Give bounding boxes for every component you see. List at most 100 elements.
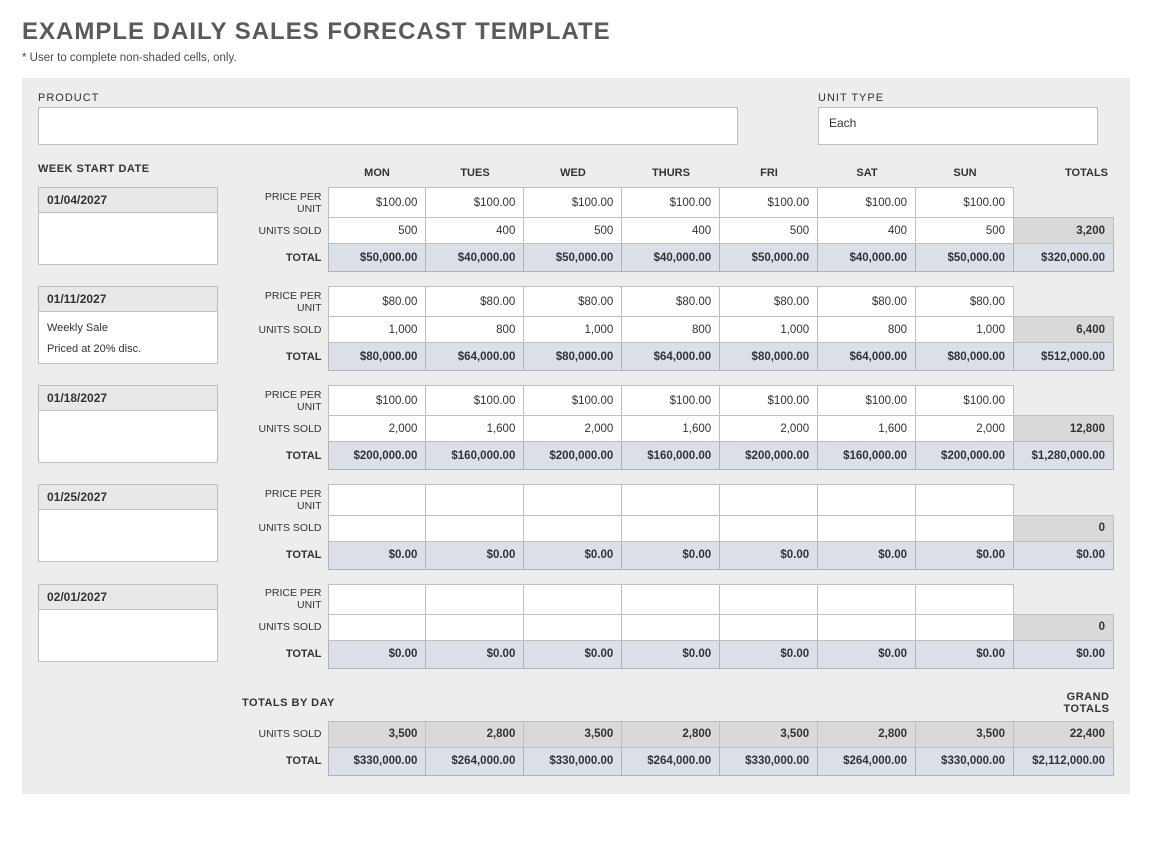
price-cell[interactable]: $80.00: [328, 287, 426, 317]
units-cell[interactable]: [818, 515, 916, 541]
units-cell[interactable]: 400: [818, 218, 916, 244]
price-cell[interactable]: $100.00: [426, 188, 524, 218]
units-cell[interactable]: 1,000: [720, 317, 818, 343]
units-cell[interactable]: 500: [328, 218, 426, 244]
price-cell[interactable]: $100.00: [328, 386, 426, 416]
day-total-cell: $0.00: [426, 541, 524, 569]
price-cell[interactable]: [818, 584, 916, 614]
units-cell[interactable]: [426, 515, 524, 541]
units-cell[interactable]: [720, 614, 818, 640]
price-cell[interactable]: $100.00: [622, 386, 720, 416]
units-cell[interactable]: [524, 614, 622, 640]
price-per-unit-label: PRICE PER UNIT: [238, 386, 328, 416]
units-cell[interactable]: 2,000: [328, 416, 426, 442]
units-cell[interactable]: 1,000: [916, 317, 1014, 343]
units-cell[interactable]: 2,000: [720, 416, 818, 442]
units-cell[interactable]: 1,000: [328, 317, 426, 343]
units-cell[interactable]: 2,000: [524, 416, 622, 442]
week-start-box[interactable]: 01/25/2027: [38, 484, 218, 562]
price-cell[interactable]: $100.00: [524, 188, 622, 218]
summary-units-thu: 2,800: [622, 721, 720, 747]
week-start-box[interactable]: 01/18/2027: [38, 385, 218, 463]
price-cell[interactable]: $80.00: [916, 287, 1014, 317]
week-notes[interactable]: [39, 610, 217, 622]
units-cell[interactable]: 1,000: [524, 317, 622, 343]
price-cell[interactable]: [328, 485, 426, 515]
price-cell[interactable]: [426, 584, 524, 614]
units-cell[interactable]: [622, 515, 720, 541]
price-cell[interactable]: [622, 584, 720, 614]
price-cell[interactable]: [524, 485, 622, 515]
price-cell[interactable]: $100.00: [328, 188, 426, 218]
price-cell[interactable]: $80.00: [524, 287, 622, 317]
price-cell[interactable]: $100.00: [524, 386, 622, 416]
units-total-cell: 3,200: [1014, 218, 1114, 244]
units-cell[interactable]: [622, 614, 720, 640]
units-cell[interactable]: 800: [426, 317, 524, 343]
week-notes[interactable]: [39, 411, 217, 423]
week-table: PRICE PER UNIT$100.00$100.00$100.00$100.…: [238, 385, 1114, 470]
units-cell[interactable]: 1,600: [818, 416, 916, 442]
week-start-box[interactable]: 02/01/2027: [38, 584, 218, 662]
price-cell[interactable]: $100.00: [916, 386, 1014, 416]
week-start-box[interactable]: 01/11/2027Weekly SalePriced at 20% disc.: [38, 286, 218, 364]
units-cell[interactable]: 500: [916, 218, 1014, 244]
units-cell[interactable]: [720, 515, 818, 541]
price-cell[interactable]: [426, 485, 524, 515]
units-sold-label: UNITS SOLD: [238, 515, 328, 541]
units-cell[interactable]: 1,600: [426, 416, 524, 442]
units-cell[interactable]: [818, 614, 916, 640]
unit-type-input[interactable]: Each: [818, 107, 1098, 145]
units-cell[interactable]: [916, 614, 1014, 640]
price-cell[interactable]: [916, 485, 1014, 515]
day-total-cell: $50,000.00: [916, 244, 1014, 272]
units-cell[interactable]: 500: [720, 218, 818, 244]
price-cell[interactable]: $80.00: [622, 287, 720, 317]
units-cell[interactable]: 2,000: [916, 416, 1014, 442]
units-cell[interactable]: 800: [818, 317, 916, 343]
units-cell[interactable]: 400: [426, 218, 524, 244]
price-cell[interactable]: $100.00: [622, 188, 720, 218]
day-total-cell: $0.00: [622, 640, 720, 668]
price-cell[interactable]: [720, 584, 818, 614]
day-total-cell: $0.00: [622, 541, 720, 569]
units-cell[interactable]: [426, 614, 524, 640]
week-date[interactable]: 01/25/2027: [39, 485, 217, 510]
week-notes[interactable]: [39, 213, 217, 225]
price-cell[interactable]: [720, 485, 818, 515]
week-date[interactable]: 01/04/2027: [39, 188, 217, 213]
units-cell[interactable]: 400: [622, 218, 720, 244]
price-cell[interactable]: [622, 485, 720, 515]
price-cell[interactable]: [328, 584, 426, 614]
units-cell[interactable]: 500: [524, 218, 622, 244]
price-cell[interactable]: $100.00: [818, 386, 916, 416]
price-cell[interactable]: [916, 584, 1014, 614]
price-cell[interactable]: $100.00: [720, 386, 818, 416]
price-cell[interactable]: $100.00: [916, 188, 1014, 218]
product-input[interactable]: [38, 107, 738, 145]
week-date[interactable]: 01/11/2027: [39, 287, 217, 312]
week-notes[interactable]: [39, 510, 217, 522]
week-total-label: TOTAL: [238, 442, 328, 470]
summary-total-sat: $264,000.00: [818, 747, 916, 775]
week-start-box[interactable]: 01/04/2027: [38, 187, 218, 265]
price-cell[interactable]: $100.00: [720, 188, 818, 218]
price-cell[interactable]: $80.00: [426, 287, 524, 317]
units-cell[interactable]: [916, 515, 1014, 541]
units-cell[interactable]: [328, 614, 426, 640]
week-date[interactable]: 02/01/2027: [39, 585, 217, 610]
week-date[interactable]: 01/18/2027: [39, 386, 217, 411]
price-cell[interactable]: $80.00: [720, 287, 818, 317]
day-total-cell: $64,000.00: [818, 343, 916, 371]
units-cell[interactable]: [524, 515, 622, 541]
week-notes[interactable]: Weekly SalePriced at 20% disc.: [39, 312, 217, 366]
units-cell[interactable]: 1,600: [622, 416, 720, 442]
price-cell[interactable]: [524, 584, 622, 614]
price-cell[interactable]: [818, 485, 916, 515]
units-cell[interactable]: 800: [622, 317, 720, 343]
price-cell[interactable]: $100.00: [818, 188, 916, 218]
price-cell[interactable]: $100.00: [426, 386, 524, 416]
units-cell[interactable]: [328, 515, 426, 541]
price-cell[interactable]: $80.00: [818, 287, 916, 317]
units-total-cell: 12,800: [1014, 416, 1114, 442]
